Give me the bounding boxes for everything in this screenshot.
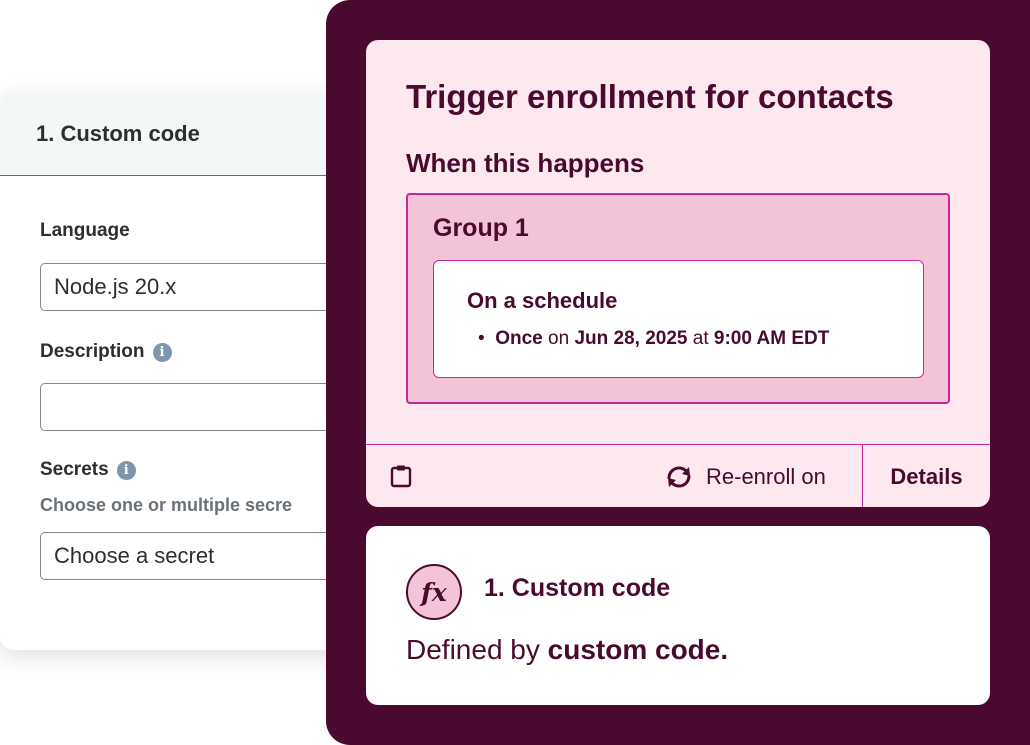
clipboard-icon[interactable] (390, 464, 412, 488)
secrets-placeholder: Choose a secret (54, 543, 215, 568)
details-button[interactable]: Details (863, 445, 990, 507)
description-input[interactable] (40, 383, 360, 431)
settings-title: 1. Custom code (36, 121, 200, 146)
schedule-time: 9:00 AM EDT (713, 328, 830, 349)
custom-code-settings-panel: 1. Custom code Language Node.js 20.x Des… (0, 93, 360, 650)
secrets-label: Secrets i (40, 459, 136, 481)
trigger-group: Group 1 On a schedule • Once on Jun 28, … (406, 193, 950, 404)
trigger-card-footer: Re-enroll on Details (366, 444, 990, 507)
info-icon[interactable]: i (116, 460, 136, 480)
settings-header: 1. Custom code (0, 93, 360, 176)
action-description: Defined by custom code. (406, 634, 729, 665)
secrets-select[interactable]: Choose a secret (40, 532, 360, 580)
schedule-filter[interactable]: On a schedule • Once on Jun 28, 2025 at … (433, 260, 924, 378)
schedule-frequency: Once (495, 328, 543, 349)
info-icon[interactable]: i (152, 342, 172, 362)
fx-icon: fx (406, 564, 462, 620)
schedule-detail: • Once on Jun 28, 2025 at 9:00 AM EDT (478, 328, 830, 349)
when-this-happens-label: When this happens (406, 148, 645, 178)
description-label: Description i (40, 341, 172, 363)
reenroll-status[interactable]: Re-enroll on (664, 445, 826, 507)
schedule-title: On a schedule (467, 288, 618, 313)
language-label: Language (40, 220, 130, 241)
group-title: Group 1 (433, 214, 529, 242)
reenroll-icon (667, 466, 691, 487)
custom-code-action-card[interactable]: fx 1. Custom code Defined by custom code… (366, 526, 990, 705)
workflow-panel: Trigger enrollment for contacts When thi… (326, 0, 1030, 745)
schedule-date: Jun 28, 2025 (574, 328, 688, 349)
action-title: 1. Custom code (484, 574, 671, 602)
secrets-helper-text: Choose one or multiple secre (40, 495, 293, 515)
language-select[interactable]: Node.js 20.x (40, 263, 360, 311)
language-value: Node.js 20.x (54, 274, 177, 299)
trigger-title: Trigger enrollment for contacts (406, 78, 894, 115)
trigger-card[interactable]: Trigger enrollment for contacts When thi… (366, 40, 990, 507)
reenroll-label: Re-enroll on (706, 463, 826, 489)
